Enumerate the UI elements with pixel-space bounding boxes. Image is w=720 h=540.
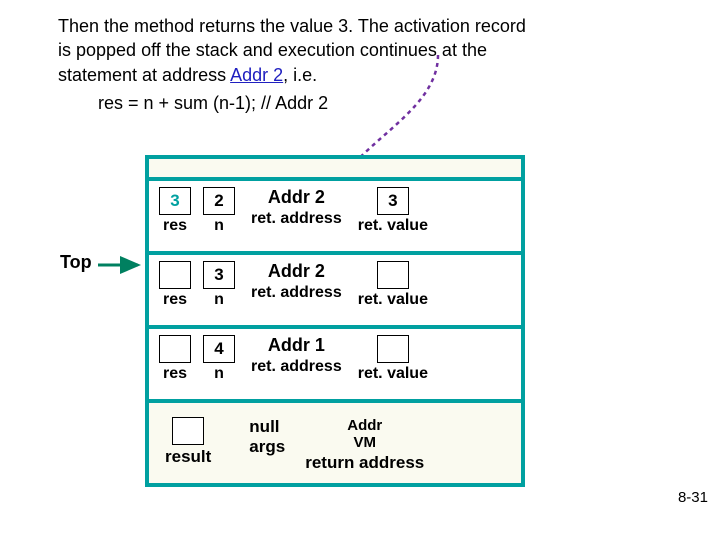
res-box: 3 [159, 187, 191, 215]
ret-value-box [377, 335, 409, 363]
text: , i.e. [283, 65, 317, 85]
args-label: args [249, 437, 285, 457]
text: Then the method returns the value 3. The… [58, 16, 526, 36]
res-label: res [163, 291, 187, 309]
ret-address-label: ret. address [251, 358, 342, 376]
vm-addr-l1: Addr [347, 417, 382, 434]
return-address-label: return address [305, 453, 424, 473]
ret-value-label: ret. value [358, 217, 428, 235]
explanation-text: Then the method returns the value 3. The… [58, 14, 628, 115]
ret-value-label: ret. value [358, 291, 428, 309]
n-label: n [214, 365, 224, 383]
text: statement at address [58, 65, 230, 85]
main-frame: result null args Addr VM return address [145, 399, 525, 487]
res-box [159, 261, 191, 289]
n-box: 3 [203, 261, 235, 289]
vm-addr-l2: VM [353, 434, 376, 451]
null-text: null [249, 417, 279, 437]
result-label: result [165, 447, 211, 467]
n-label: n [214, 217, 224, 235]
activation-record: res 4 n Addr 1 ret. address ret. value [145, 325, 525, 399]
code-line: res = n + sum (n-1); // Addr 2 [98, 91, 628, 115]
ret-value-label: ret. value [358, 365, 428, 383]
addr2-link: Addr 2 [230, 65, 283, 85]
ret-value-box: 3 [377, 187, 409, 215]
res-label: res [163, 217, 187, 235]
n-box: 4 [203, 335, 235, 363]
top-pointer-arrow [98, 255, 146, 275]
n-label: n [214, 291, 224, 309]
call-stack: 3 res 2 n Addr 2 ret. address 3 ret. val… [145, 155, 525, 487]
ret-address-value: Addr 2 [268, 187, 325, 208]
ret-address-value: Addr 2 [268, 261, 325, 282]
ret-address-value: Addr 1 [268, 335, 325, 356]
text: is popped off the stack and execution co… [58, 40, 487, 60]
activation-record: 3 res 2 n Addr 2 ret. address 3 ret. val… [145, 177, 525, 251]
ret-address-label: ret. address [251, 210, 342, 228]
top-pointer-label: Top [60, 252, 92, 273]
page-number: 8-31 [678, 489, 708, 506]
activation-record: res 3 n Addr 2 ret. address ret. value [145, 251, 525, 325]
ret-address-label: ret. address [251, 284, 342, 302]
stack-header-spacer [145, 155, 525, 177]
res-label: res [163, 365, 187, 383]
n-box: 2 [203, 187, 235, 215]
res-box [159, 335, 191, 363]
ret-value-box [377, 261, 409, 289]
result-box [172, 417, 204, 445]
